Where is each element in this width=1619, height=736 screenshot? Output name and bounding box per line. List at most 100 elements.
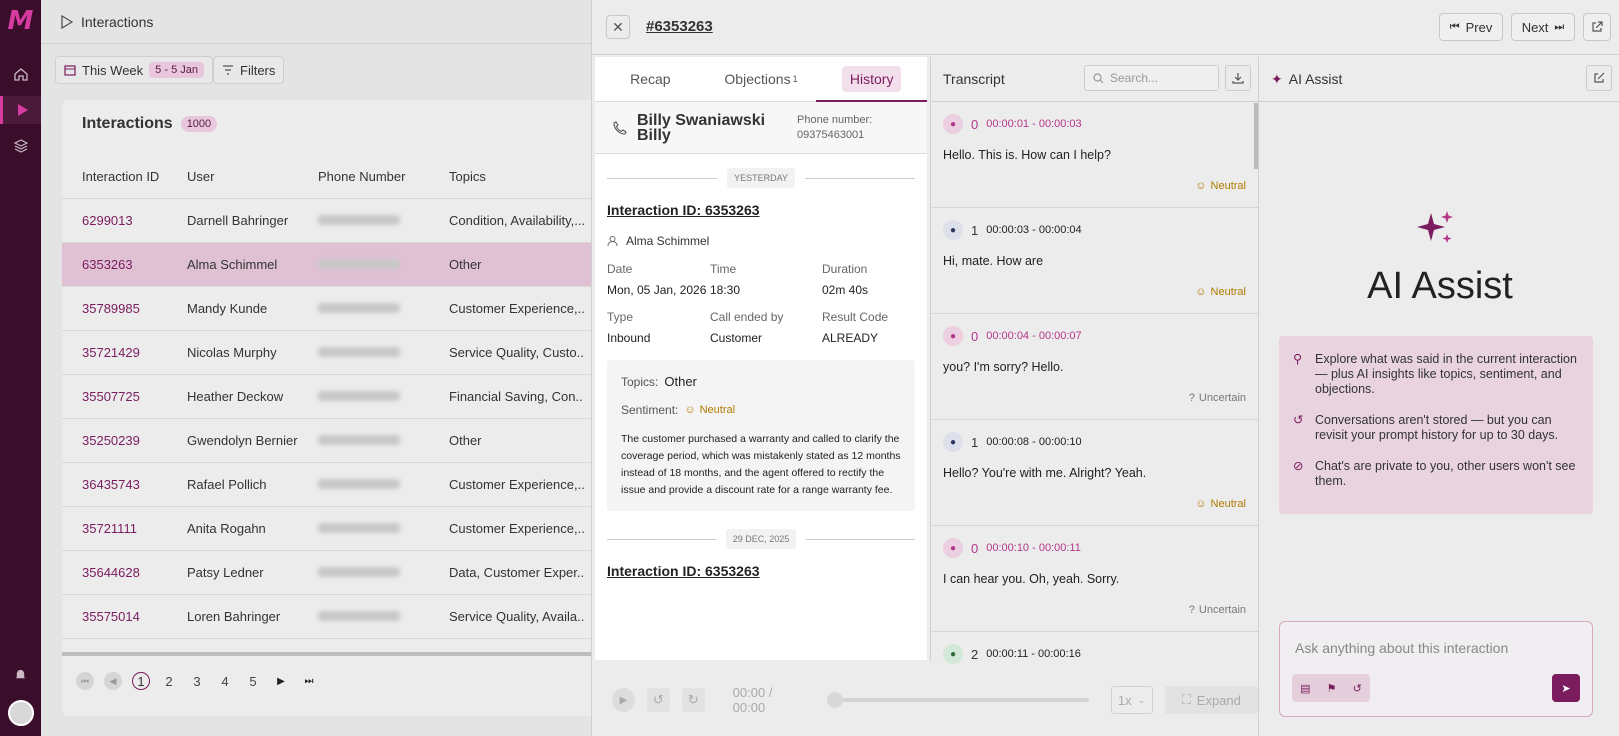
filters-button[interactable]: Filters — [213, 56, 285, 84]
tab-recap[interactable]: Recap — [595, 57, 706, 101]
close-button[interactable]: ✕ — [606, 15, 630, 39]
layers-icon[interactable] — [0, 132, 41, 160]
transcript-search-input[interactable]: Search... — [1084, 65, 1219, 91]
interactions-play-icon[interactable] — [0, 96, 41, 124]
horizontal-scrollbar[interactable] — [62, 652, 591, 656]
table-row[interactable]: 35644628 Patsy Ledner Data, Customer Exper… — [62, 550, 591, 595]
history-icon[interactable]: ↺ — [1353, 682, 1362, 695]
next-label: Next — [1521, 19, 1549, 35]
page-4[interactable]: 4 — [216, 672, 234, 690]
forward-button[interactable]: ↻ — [681, 688, 705, 712]
table-row[interactable]: 6299013 Darnell Bahringer Condition, Avail… — [62, 198, 591, 243]
agent-name: Alma Schimmel — [626, 234, 710, 248]
library-icon[interactable]: ▤ — [1300, 682, 1310, 695]
cell-user: Heather Deckow — [167, 374, 298, 419]
table-row[interactable]: 36435743 Rafael Pollich Customer Experienc… — [62, 462, 591, 507]
prev-page-icon[interactable]: ◀ — [104, 672, 122, 690]
utterance-time[interactable]: 00:00:03 - 00:00:04 — [986, 224, 1081, 236]
cell-interaction-id[interactable]: 35644628 — [62, 550, 167, 595]
cell-interaction-id[interactable]: 36435743 — [62, 462, 167, 507]
transcript-utterance[interactable]: ● 0 00:00:04 - 00:00:07 you? I'm sorry? Hel… — [931, 314, 1258, 420]
speed-select[interactable]: 1x ⌄ — [1110, 686, 1153, 714]
ai-ask-input[interactable]: Ask anything about this interaction ▤ ⚑ … — [1279, 621, 1593, 717]
cell-interaction-id[interactable]: 35250239 — [62, 418, 167, 463]
home-icon[interactable] — [0, 60, 41, 88]
new-chat-button[interactable] — [1586, 65, 1612, 91]
col-phone[interactable]: Phone Number — [298, 156, 429, 199]
table-row[interactable]: 35575014 Loren Bahringer Service Quality, … — [62, 594, 591, 639]
cell-interaction-id[interactable]: 35721429 — [62, 330, 167, 375]
col-user[interactable]: User — [167, 156, 298, 199]
table-row[interactable]: 35721111 Anita Rogahn Customer Experience,… — [62, 506, 591, 551]
panel-title[interactable]: #6353263 — [646, 18, 713, 35]
utterance-time[interactable]: 00:00:01 - 00:00:03 — [986, 118, 1081, 130]
transcript-utterance[interactable]: ● 1 00:00:03 - 00:00:04 Hi, mate. How are ☺ N… — [931, 208, 1258, 314]
utterance-time[interactable]: 00:00:10 - 00:00:11 — [986, 542, 1081, 554]
rewind-button[interactable]: ↺ — [646, 688, 670, 712]
interactions-pane: Interactions This Week 5 - 5 Jan Filters… — [41, 0, 591, 736]
prev-button[interactable]: ⏮ Prev — [1439, 13, 1503, 41]
table-row[interactable]: 6353263 Alma Schimmel Other — [62, 242, 591, 287]
table-row[interactable]: 35721429 Nicolas Murphy Service Quality, C… — [62, 330, 591, 375]
interaction-link[interactable]: Interaction ID: 6353263 — [607, 202, 927, 218]
table-row[interactable]: 35789985 Mandy Kunde Customer Experience,.… — [62, 286, 591, 331]
cell-interaction-id[interactable]: 35575014 — [62, 594, 167, 639]
transcript-utterance[interactable]: ● 0 00:00:10 - 00:00:11 I can hear you. Oh,… — [931, 526, 1258, 632]
question-circle-icon: ? — [1188, 392, 1195, 404]
cell-interaction-id[interactable]: 35721111 — [62, 506, 167, 551]
cell-user: Alma Schimmel — [167, 242, 298, 287]
cell-interaction-id[interactable]: 35789985 — [62, 286, 167, 331]
tab-objections[interactable]: Objections 1 — [706, 57, 817, 101]
tip-item: ⚲ Explore what was said in the current in… — [1293, 352, 1579, 397]
page-5[interactable]: 5 — [244, 672, 262, 690]
table-row[interactable]: 35250239 Gwendolyn Bernier Other — [62, 418, 591, 463]
utterance-time[interactable]: 00:00:11 - 00:00:16 — [986, 648, 1081, 660]
sentiment-badge: ☺ Neutral — [684, 404, 735, 416]
cell-interaction-id[interactable]: 6353263 — [62, 242, 167, 287]
interaction-summary-box: Topics: Other Sentiment: ☺ Neutral The cus… — [607, 360, 915, 511]
user-avatar[interactable] — [7, 700, 34, 726]
calendar-icon — [64, 65, 76, 76]
blurred-phone — [318, 566, 400, 577]
play-button[interactable]: ▶ — [612, 688, 635, 712]
interaction-link-2[interactable]: Interaction ID: 6353263 — [607, 563, 927, 579]
week-filter-chip[interactable]: This Week 5 - 5 Jan — [55, 56, 213, 84]
cell-topics: Other — [429, 242, 591, 287]
first-page-icon[interactable]: ⏮ — [76, 672, 94, 690]
tip-text-2: Conversations aren't stored — but you ca… — [1315, 413, 1559, 442]
transcript-utterance[interactable]: ● 1 00:00:08 - 00:00:10 Hello? You're with … — [931, 420, 1258, 526]
utterance-time[interactable]: 00:00:08 - 00:00:10 — [986, 436, 1081, 448]
cell-topics: Other — [429, 418, 591, 463]
ask-placeholder: Ask anything about this interaction — [1295, 640, 1509, 656]
tip-item: ⊘ Chat's are private to you, other users … — [1293, 459, 1579, 489]
speaker-avatar-icon: ● — [943, 644, 963, 664]
page-3[interactable]: 3 — [188, 672, 206, 690]
send-button[interactable]: ➤ — [1552, 674, 1580, 702]
page-2[interactable]: 2 — [160, 672, 178, 690]
transcript-utterance[interactable]: ● 0 00:00:01 - 00:00:03 Hello. This is. How… — [931, 102, 1258, 208]
neutral-face-icon: ☺ — [1195, 180, 1207, 192]
history-icon: ↺ — [1293, 413, 1304, 427]
interaction-meta: Date Mon, 05 Jan, 2026 Time 18:30 Duration… — [607, 262, 927, 346]
download-button[interactable] — [1225, 65, 1251, 91]
cell-topics: Customer Experience,.. — [429, 506, 591, 551]
expand-button[interactable]: ⛶ Expand — [1164, 686, 1259, 714]
page-1[interactable]: 1 — [132, 672, 150, 690]
tab-history[interactable]: History — [816, 57, 927, 102]
utterance-time[interactable]: 00:00:04 - 00:00:07 — [986, 330, 1081, 342]
col-interaction-id[interactable]: Interaction ID — [62, 156, 167, 199]
seek-slider[interactable] — [827, 692, 1089, 708]
cell-interaction-id[interactable]: 35507725 — [62, 374, 167, 419]
bookmark-icon[interactable]: ⚑ — [1327, 682, 1337, 695]
open-external-button[interactable] — [1583, 13, 1611, 41]
next-button[interactable]: Next ⏭ — [1511, 13, 1575, 41]
table-row[interactable]: 35507725 Heather Deckow Financial Saving, … — [62, 374, 591, 419]
col-topics[interactable]: Topics — [429, 156, 591, 199]
bell-icon[interactable] — [14, 668, 27, 686]
ai-tips-box: ⚲ Explore what was said in the current in… — [1279, 336, 1593, 514]
last-page-icon[interactable]: ⏭ — [300, 672, 318, 690]
utterance-list: ● 0 00:00:01 - 00:00:03 Hello. This is. How… — [931, 102, 1258, 736]
next-page-icon[interactable]: ▶ — [272, 672, 290, 690]
cell-interaction-id[interactable]: 6299013 — [62, 198, 167, 243]
cell-phone — [298, 198, 429, 243]
